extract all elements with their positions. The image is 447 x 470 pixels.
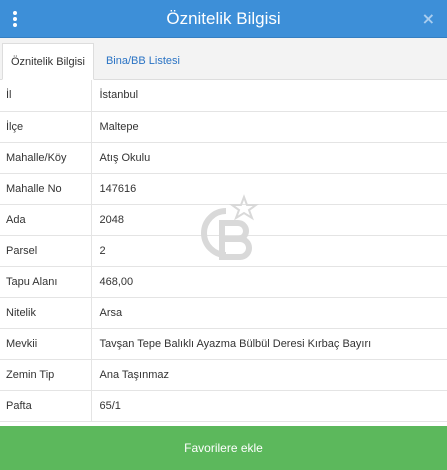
dialog-header: Öznitelik Bilgisi × — [0, 0, 447, 38]
row-key: Nitelik — [0, 297, 92, 329]
row-key: Tapu Alanı — [0, 266, 92, 298]
row-value: Tavşan Tepe Balıklı Ayazma Bülbül Deresi… — [91, 328, 447, 360]
row-value: Atış Okulu — [91, 142, 447, 174]
row-key: Zemin Tip — [0, 359, 92, 391]
row-key: Mahalle/Köy — [0, 142, 92, 174]
table-row: İlçe Maltepe — [0, 111, 447, 143]
table-row: Pafta 65/1 — [0, 390, 447, 422]
row-value: İstanbul — [91, 80, 447, 112]
table-row: Parsel 2 — [0, 235, 447, 267]
row-value: 2 — [91, 235, 447, 267]
row-value: 147616 — [91, 173, 447, 205]
row-key: Mahalle No — [0, 173, 92, 205]
table-row: Ada 2048 — [0, 204, 447, 236]
row-value: 468,00 — [91, 266, 447, 298]
vertical-menu-icon[interactable] — [12, 11, 18, 27]
tab-bar: Öznitelik Bilgisi Bina/BB Listesi — [0, 38, 447, 80]
attribute-table: İl İstanbul İlçe Maltepe Mahalle/Köy Atış Oku… — [0, 80, 447, 422]
row-value: 2048 — [91, 204, 447, 236]
close-icon[interactable]: × — [422, 9, 435, 28]
attribute-dialog: Öznitelik Bilgisi × Öznitelik Bilgisi Bi… — [0, 0, 447, 470]
row-key: İl — [0, 80, 92, 112]
table-row: Nitelik Arsa — [0, 297, 447, 329]
dialog-title: Öznitelik Bilgisi — [166, 8, 281, 28]
table-row: İl İstanbul — [0, 80, 447, 112]
row-value: Ana Taşınmaz — [91, 359, 447, 391]
row-value: Arsa — [91, 297, 447, 329]
table-row: Tapu Alanı 468,00 — [0, 266, 447, 298]
tab-building-list[interactable]: Bina/BB Listesi — [94, 43, 188, 79]
row-key: Ada — [0, 204, 92, 236]
row-key: Parsel — [0, 235, 92, 267]
table-row: Mahalle No 147616 — [0, 173, 447, 205]
row-key: Mevkii — [0, 328, 92, 360]
tab-attribute-info[interactable]: Öznitelik Bilgisi — [2, 43, 94, 80]
row-key: Pafta — [0, 390, 92, 422]
table-row: Zemin Tip Ana Taşınmaz — [0, 359, 447, 391]
row-value: Maltepe — [91, 111, 447, 143]
add-to-favorites-button[interactable]: Favorilere ekle — [0, 426, 447, 470]
row-value: 65/1 — [91, 390, 447, 422]
row-key: İlçe — [0, 111, 92, 143]
table-row: Mahalle/Köy Atış Okulu — [0, 142, 447, 174]
table-row: Mevkii Tavşan Tepe Balıklı Ayazma Bülbül … — [0, 328, 447, 360]
